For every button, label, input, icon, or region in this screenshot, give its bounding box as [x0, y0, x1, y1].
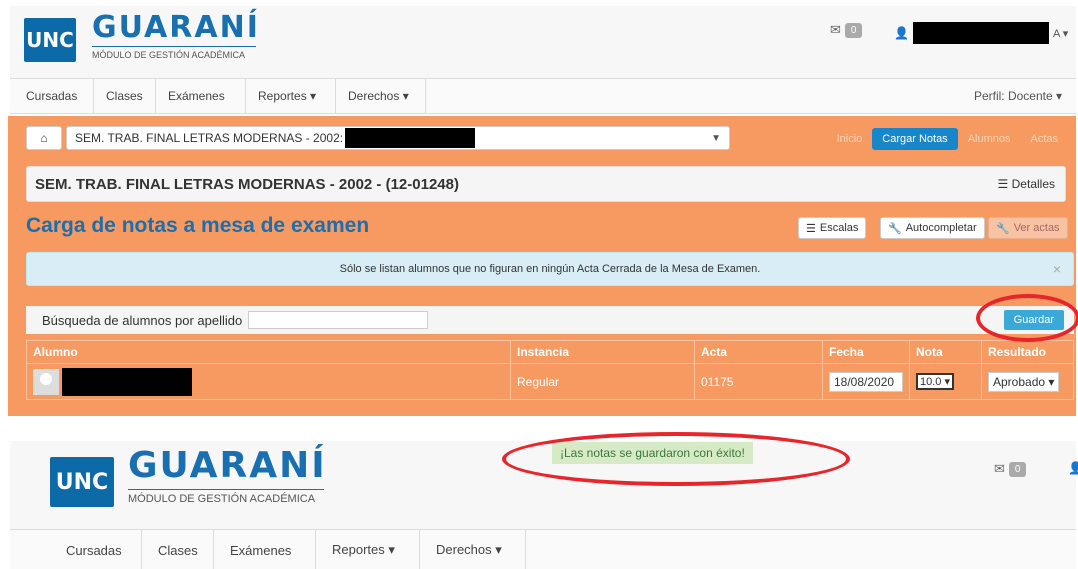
logo-divider-bottom: [128, 489, 324, 490]
user-icon: 👤: [1068, 461, 1078, 475]
ver-actas-button[interactable]: 🔧 Ver actas: [988, 217, 1068, 239]
course-title: SEM. TRAB. FINAL LETRAS MODERNAS - 2002 …: [35, 175, 459, 193]
search-label: Búsqueda de alumnos por apellido: [42, 312, 243, 328]
user-menu-bottom[interactable]: 👤: [1068, 461, 1078, 475]
nav-derechos[interactable]: Derechos ▾: [336, 79, 426, 113]
logo-subtitle-bottom: MÓDULO DE GESTIÓN ACADÉMICA: [128, 493, 316, 505]
resultado-select[interactable]: Aprobado ▾: [988, 371, 1060, 392]
nav-clases-bottom[interactable]: Clases: [142, 530, 214, 569]
section-tabs: Inicio Cargar Notas Alumnos Actas: [827, 128, 1068, 150]
wrench-icon: 🔧: [996, 222, 1010, 235]
annotation-circle-guardar: [976, 294, 1078, 342]
user-menu[interactable]: 👤 A ▾: [894, 22, 1068, 44]
top-nav: Cursadas Clases Exámenes Reportes ▾ Dere…: [10, 78, 1076, 114]
nav-clases[interactable]: Clases: [94, 79, 156, 113]
mail-count-badge-bottom: 0: [1008, 461, 1027, 477]
escalas-label: Escalas: [819, 222, 859, 234]
bottom-nav: Cursadas Clases Exámenes Reportes ▾ Dere…: [10, 529, 1076, 569]
mail-count-badge: 0: [844, 22, 863, 38]
unc-logo-bottom: UNC: [50, 457, 114, 507]
autocompletar-label: Autocompletar: [905, 222, 977, 234]
tab-cargar-notas[interactable]: Cargar Notas: [872, 128, 958, 150]
course-select[interactable]: SEM. TRAB. FINAL LETRAS MODERNAS - 2002:…: [66, 126, 730, 150]
header-nota: Nota: [909, 340, 982, 364]
students-table: Alumno Instancia Acta Fecha Nota Resulta…: [26, 340, 1074, 400]
details-button[interactable]: ☰ Detalles: [998, 177, 1055, 191]
cell-instancia: Regular: [510, 363, 695, 400]
cell-acta: 01175: [694, 363, 823, 400]
list-icon: ☰: [806, 222, 816, 235]
page: UNC GUARANÍ MÓDULO DE GESTIÓN ACADÉMICA …: [0, 0, 1078, 569]
header-resultado: Resultado: [981, 340, 1074, 364]
user-icon: 👤: [894, 26, 909, 40]
nav-cursadas-bottom[interactable]: Cursadas: [10, 530, 142, 569]
cell-alumno: [26, 363, 511, 400]
header-acta: Acta: [694, 340, 823, 364]
cell-nota: 10.0 ▾: [909, 363, 982, 400]
header-alumno: Alumno: [26, 340, 511, 364]
course-select-value: SEM. TRAB. FINAL LETRAS MODERNAS - 2002:: [75, 131, 344, 145]
home-icon: ⌂: [40, 131, 48, 145]
tab-alumnos[interactable]: Alumnos: [958, 128, 1021, 150]
ver-actas-label: Ver actas: [1013, 222, 1060, 234]
fecha-input[interactable]: [829, 371, 903, 392]
nav-reportes-bottom[interactable]: Reportes ▾: [316, 530, 420, 569]
logo-subtitle: MÓDULO DE GESTIÓN ACADÉMICA: [92, 50, 246, 60]
nav-examenes-bottom[interactable]: Exámenes: [214, 530, 316, 569]
main-panel: ⌂ SEM. TRAB. FINAL LETRAS MODERNAS - 200…: [8, 116, 1076, 416]
nav-examenes[interactable]: Exámenes: [156, 79, 246, 113]
course-title-bar: SEM. TRAB. FINAL LETRAS MODERNAS - 2002 …: [26, 166, 1066, 202]
avatar: [33, 368, 59, 395]
guarani-logo-text: GUARANÍ: [92, 10, 260, 45]
mail-button-bottom[interactable]: ✉ 0: [994, 461, 1027, 477]
top-header: UNC GUARANÍ MÓDULO DE GESTIÓN ACADÉMICA …: [10, 6, 1076, 78]
envelope-icon: ✉: [994, 461, 1005, 476]
user-menu-suffix: A ▾: [1052, 27, 1069, 40]
redacted-username: [912, 22, 1049, 44]
header-fecha: Fecha: [822, 340, 910, 364]
redacted-course-name: [345, 128, 476, 148]
perfil-menu[interactable]: Perfil: Docente ▾: [974, 79, 1062, 113]
annotation-circle-success: [502, 432, 850, 486]
cell-resultado: Aprobado ▾: [981, 363, 1074, 400]
autocompletar-button[interactable]: 🔧 Autocompletar: [880, 217, 985, 239]
cell-fecha: [822, 363, 910, 400]
envelope-icon: ✉: [830, 22, 841, 37]
close-icon[interactable]: ×: [1053, 261, 1061, 277]
nav-derechos-bottom[interactable]: Derechos ▾: [420, 530, 526, 569]
guarani-logo-text-bottom: GUARANÍ: [128, 445, 327, 486]
table-header-row: Alumno Instancia Acta Fecha Nota Resulta…: [26, 340, 1074, 364]
nota-select[interactable]: 10.0 ▾: [916, 373, 954, 390]
tab-actas[interactable]: Actas: [1020, 128, 1068, 150]
home-button[interactable]: ⌂: [26, 126, 62, 150]
table-row: Regular 01175 10.0 ▾ Aprobado ▾: [26, 363, 1074, 400]
unc-logo: UNC: [24, 18, 76, 62]
mail-button[interactable]: ✉ 0: [830, 22, 863, 38]
search-bar: Búsqueda de alumnos por apellido Guardar: [26, 306, 1074, 334]
chevron-down-icon: ▼: [711, 132, 721, 144]
logo-divider: [92, 46, 256, 47]
redacted-student-name: [62, 367, 193, 396]
nav-cursadas[interactable]: Cursadas: [10, 79, 94, 113]
tab-inicio[interactable]: Inicio: [827, 128, 873, 150]
page-title: Carga de notas a mesa de examen: [26, 214, 370, 237]
info-alert: Sólo se listan alumnos que no figuran en…: [26, 252, 1074, 286]
alert-text: Sólo se listan alumnos que no figuran en…: [339, 263, 761, 275]
escalas-button[interactable]: ☰ Escalas: [798, 217, 867, 239]
nav-reportes[interactable]: Reportes ▾: [246, 79, 336, 113]
search-input[interactable]: [248, 311, 429, 329]
header-instancia: Instancia: [510, 340, 695, 364]
wrench-icon: 🔧: [888, 222, 902, 235]
